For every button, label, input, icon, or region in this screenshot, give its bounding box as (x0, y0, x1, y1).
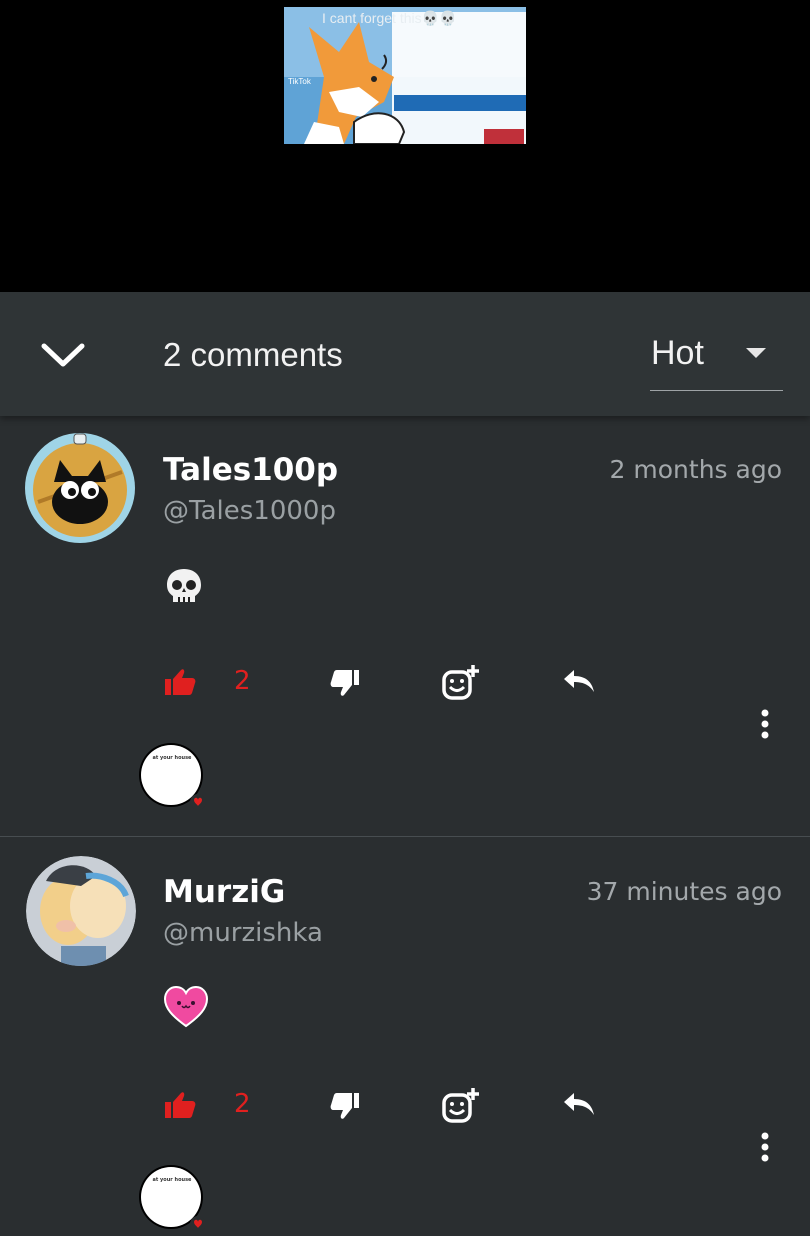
reply-icon[interactable] (562, 668, 596, 694)
reactor-avatar[interactable]: at your house (138, 742, 206, 810)
video-caption: I cant forget this💀💀 (322, 10, 457, 26)
fox-illustration (284, 7, 526, 144)
reactor-caption: at your house (152, 1177, 192, 1183)
comment-handle[interactable]: @Tales1000p (163, 496, 336, 526)
thumbs-down-icon[interactable] (330, 1092, 360, 1120)
thumbs-down-icon[interactable] (330, 669, 360, 697)
reactor-caption: at your house (152, 755, 192, 761)
avatar[interactable] (24, 432, 136, 544)
comment-time: 37 minutes ago (586, 877, 782, 906)
video-area[interactable]: I cant forget this💀💀 TikTok (0, 0, 810, 292)
caret-down-icon (746, 348, 766, 358)
comment-time: 2 months ago (609, 455, 782, 484)
chevron-down-icon (41, 343, 85, 367)
comment-handle[interactable]: @murzishka (163, 918, 323, 948)
collapse-button[interactable] (40, 340, 86, 370)
like-count: 2 (234, 666, 251, 696)
comment-author[interactable]: MurziG (163, 874, 285, 910)
reply-icon[interactable] (562, 1091, 596, 1117)
comment-author[interactable]: Tales100p (163, 452, 338, 488)
pink-heart-face-icon (164, 986, 208, 1028)
sort-label: Hot (651, 334, 704, 372)
tiktok-watermark: TikTok (288, 77, 311, 86)
comment-divider (0, 836, 810, 837)
thumbs-up-icon[interactable] (164, 1091, 196, 1119)
like-count: 2 (234, 1089, 251, 1119)
avatar[interactable] (26, 856, 136, 966)
more-options-icon[interactable] (758, 708, 772, 740)
add-reaction-icon[interactable] (442, 1087, 480, 1123)
more-options-icon[interactable] (758, 1131, 772, 1163)
comment-count: 2 comments (163, 336, 343, 373)
video-thumbnail[interactable]: I cant forget this💀💀 TikTok (284, 7, 526, 144)
reactor-avatar[interactable]: at your house (138, 1164, 206, 1232)
sort-dropdown[interactable]: Hot (650, 330, 783, 391)
thumbs-up-icon[interactable] (164, 668, 196, 696)
add-reaction-icon[interactable] (442, 664, 480, 700)
skull-emoji-icon (167, 569, 201, 602)
